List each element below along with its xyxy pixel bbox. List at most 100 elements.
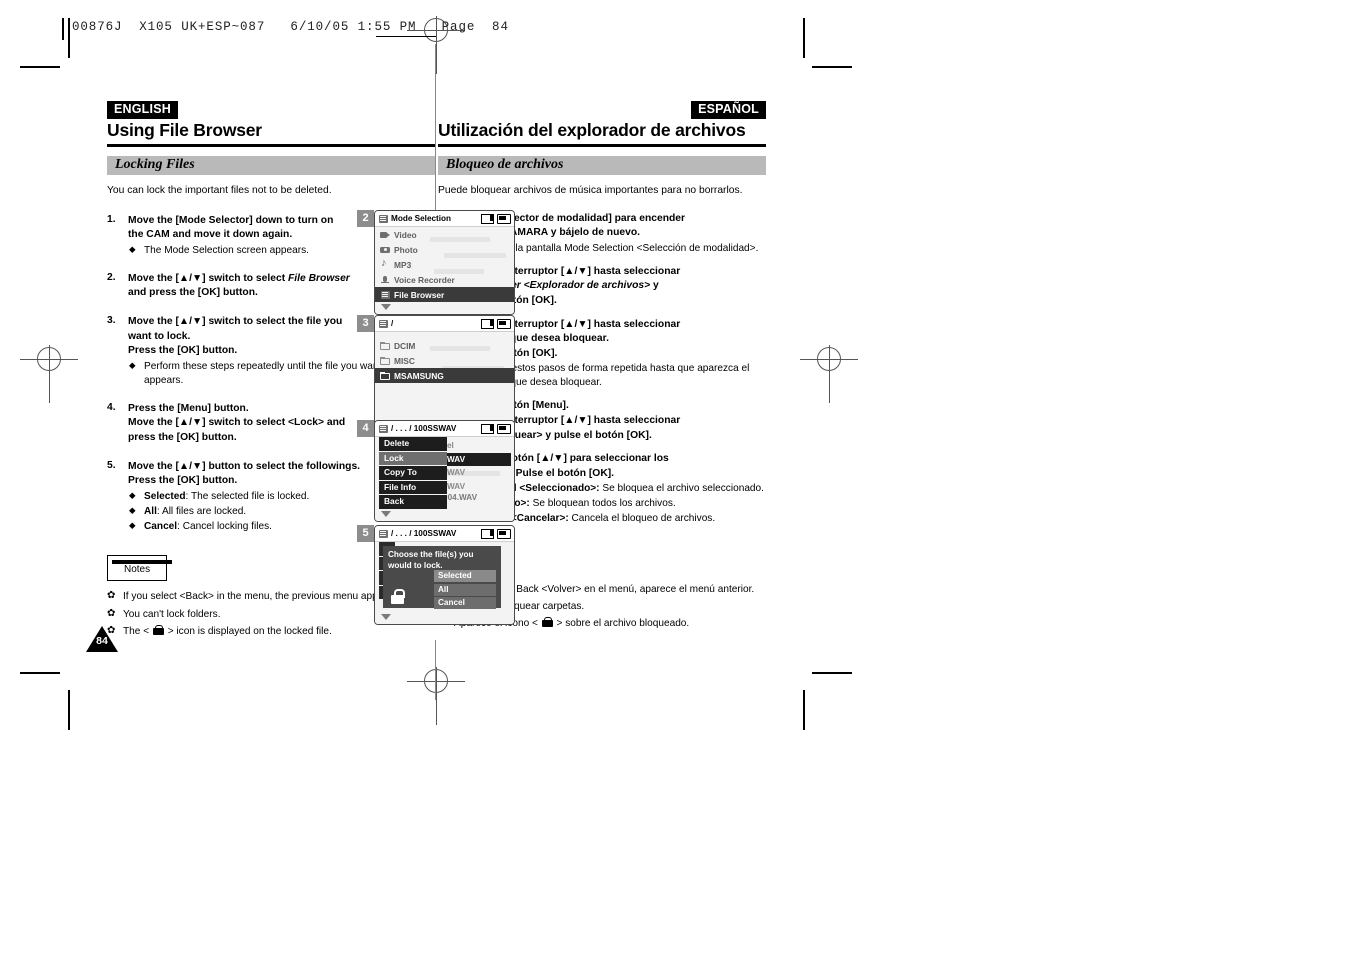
lcd-row-selected[interactable]: MSAMSUNG (375, 368, 514, 383)
chevron-down-icon[interactable] (381, 614, 391, 620)
menu-item-delete[interactable]: Delete (379, 437, 447, 452)
crop-mark-top-right-v (803, 18, 805, 58)
lcd-row[interactable]: Video (375, 227, 514, 242)
lcd-title: / (391, 319, 394, 328)
step-number: 4. (107, 401, 116, 413)
lcd-row[interactable]: Photo (375, 242, 514, 257)
battery-icon (497, 214, 511, 224)
step-line: Press the [Menu] button. (128, 402, 249, 414)
manual-page: 00876J X105 UK+ESP~087 6/10/05 1:55 PM P… (0, 0, 1351, 954)
step-italic-phrase: File Browser (288, 272, 350, 284)
spanish-tag-row: ESPAÑOL (438, 100, 766, 120)
lcd-body: el WAV WAV WAV SWAV0004.WAV Delete Lock … (375, 437, 514, 510)
context-menu: Delete Lock Copy To File Info Back (379, 437, 447, 510)
crop-mark-bottom-right-h (812, 672, 852, 674)
dialog-option-selected[interactable]: Selected (434, 570, 496, 582)
file-browser-icon (378, 214, 388, 224)
notes-label: Notes (124, 564, 151, 576)
clover-bullet-icon: ✿ (107, 607, 116, 619)
lcd-row-empty (375, 398, 514, 413)
lead-text-spanish: Puede bloquear archivos de música import… (438, 184, 743, 196)
crop-mark-top-right-h (812, 66, 852, 68)
menu-item-back[interactable]: Back (379, 495, 447, 510)
step-line: Move the [▲/▼] button to select the foll… (128, 460, 361, 472)
folder-icon (380, 356, 390, 366)
chevron-down-icon[interactable] (381, 304, 391, 310)
lcd-header: / . . . / 100SSWAV (375, 421, 514, 437)
lock-confirm-dialog: Choose the file(s) you would to lock. Se… (383, 546, 501, 609)
section-title-english: Locking Files (115, 157, 195, 173)
file-browser-icon (378, 319, 388, 329)
language-tag-spanish: ESPAÑOL (691, 101, 766, 120)
memory-card-icon (481, 424, 494, 434)
lcd-row[interactable]: Voice Recorder (375, 272, 514, 287)
video-icon (380, 230, 390, 240)
step-line: Press the [OK] button. (128, 475, 238, 487)
lcd-row-selected[interactable]: File Browser (375, 287, 514, 302)
lcd-header: / (375, 316, 514, 332)
dialog-option-all[interactable]: All (434, 583, 496, 596)
photo-icon (380, 245, 390, 255)
lcd-status-icons (481, 424, 511, 434)
step-line: press the [OK] button. (128, 431, 237, 443)
lcd-row[interactable]: DCIM (375, 338, 514, 353)
printer-slug: 00876J X105 UK+ESP~087 6/10/05 1:55 PM P… (72, 20, 509, 34)
lcd-row[interactable]: MISC (375, 353, 514, 368)
note-text: The < (123, 625, 152, 637)
lcd-body: Choose the file(s) you would to lock. Se… (375, 542, 514, 612)
lcd-footer (375, 302, 514, 314)
step-badge: 4 (357, 420, 374, 437)
lcd-row-label: MISC (394, 355, 415, 366)
folder-icon (380, 371, 390, 381)
diamond-icon: ◆ (129, 489, 136, 500)
bullet-label: Selected (144, 490, 186, 502)
lock-icon (391, 589, 405, 604)
section-bar-spanish: Bloqueo de archivos (438, 155, 766, 175)
screen-illustration-4: 4 / . . . / 100SSWAV el WAV WAV WAV Dele… (357, 420, 517, 522)
lcd-screen: Mode Selection Video Photo MP3 Vo (374, 210, 515, 315)
menu-item-copy-to[interactable]: Copy To (379, 466, 447, 481)
center-fold-line-lower (435, 640, 437, 700)
page-title-spanish: Utilización del explorador de archivos (438, 120, 746, 140)
menu-item-file-info[interactable]: File Info (379, 480, 447, 495)
clover-bullet-icon: ✿ (107, 590, 116, 602)
file-browser-icon (378, 424, 388, 434)
lcd-screen: / . . . / 100SSWAV Choose the file(s) yo… (374, 525, 515, 625)
lcd-row-label: Video (394, 229, 417, 240)
notes-header-english: Notes (107, 542, 173, 582)
language-tag-english: ENGLISH (107, 101, 178, 120)
battery-icon (497, 424, 511, 434)
step-line: want to lock. (128, 330, 191, 342)
step-line: Move the [▲/▼] switch to select <Lock> a… (128, 417, 346, 429)
lcd-row-label: Voice Recorder (394, 274, 455, 285)
crop-mark-bottom-left-v (68, 690, 70, 730)
lcd-title: / . . . / 100SSWAV (391, 424, 457, 433)
note-text: > sobre el archivo bloqueado. (553, 618, 690, 630)
lcd-row-empty (375, 383, 514, 398)
lcd-header: / . . . / 100SSWAV (375, 526, 514, 542)
lcd-row-label: MSAMSUNG (394, 370, 444, 381)
chevron-down-icon[interactable] (381, 511, 391, 517)
dialog-option-cancel[interactable]: Cancel (434, 597, 496, 609)
lock-icon (541, 617, 553, 628)
bullet-text: : Cancel locking files. (177, 520, 272, 532)
diamond-icon: ◆ (129, 359, 136, 370)
music-note-icon (380, 257, 390, 270)
step-number: 2. (107, 271, 116, 283)
lcd-status-icons (481, 319, 511, 329)
page-number-badge: 84 (86, 626, 118, 652)
memory-card-icon (481, 214, 494, 224)
step-line: Press the [OK] button. (128, 345, 238, 357)
lcd-row[interactable]: MP3 (375, 257, 514, 272)
screen-illustrations: 2 Mode Selection Video Photo ♪ MP3 Voice… (357, 210, 517, 630)
step-line: Move the [Mode Selector] down to turn on (128, 214, 334, 226)
lcd-footer (375, 612, 514, 624)
title-rule-english (107, 144, 435, 147)
menu-item-lock[interactable]: Lock (379, 451, 447, 466)
step-number: 5. (107, 459, 116, 471)
step-badge: 5 (357, 525, 374, 542)
lead-text-english: You can lock the important files not to … (107, 184, 332, 196)
memory-card-icon (481, 529, 494, 539)
page-number-text: 84 (96, 635, 108, 647)
file-name: WAV (447, 468, 466, 477)
